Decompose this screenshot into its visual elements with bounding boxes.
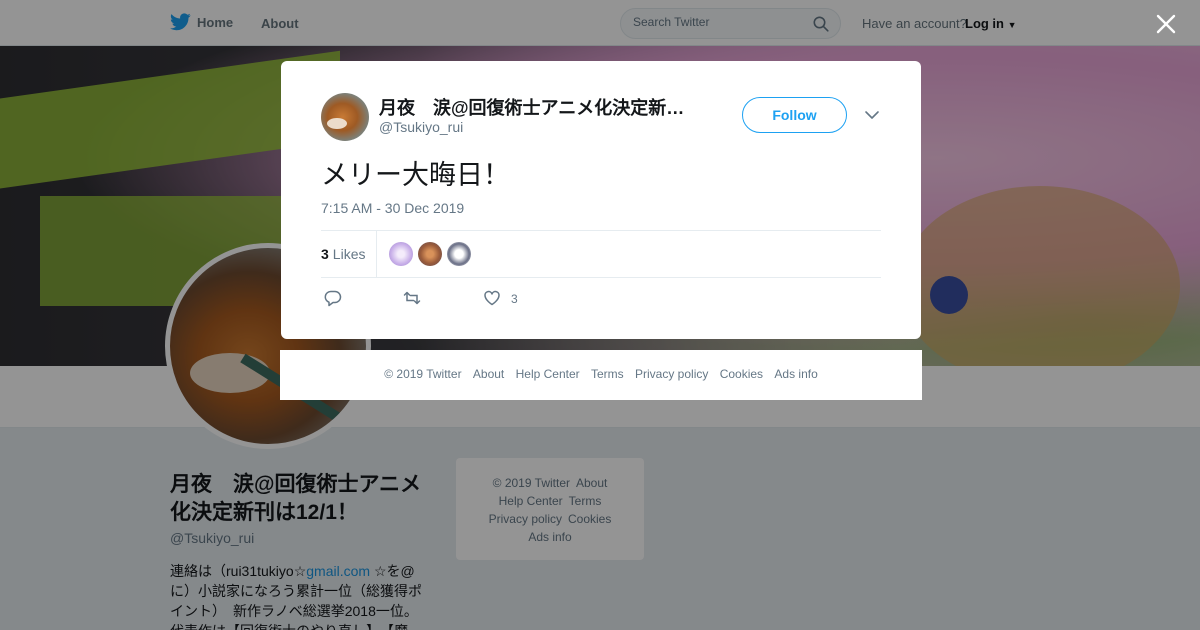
modal-footer-ads-link[interactable]: Ads info	[774, 367, 817, 381]
tweet-author-avatar[interactable]	[321, 93, 369, 141]
modal-footer-cookies-link[interactable]: Cookies	[720, 367, 763, 381]
modal-footer-help-link[interactable]: Help Center	[516, 367, 580, 381]
likes-label: Likes	[332, 246, 366, 262]
liker-avatar[interactable]	[418, 242, 442, 266]
close-icon[interactable]	[1154, 12, 1178, 36]
modal-footer-privacy-link[interactable]: Privacy policy	[635, 367, 708, 381]
follow-button[interactable]: Follow	[742, 97, 847, 133]
tweet-author-name[interactable]: 月夜 涙@回復術士アニメ化決定新刊は12/1！	[379, 94, 697, 120]
tweet-text: メリー大晦日！	[321, 160, 510, 191]
liker-avatar[interactable]	[447, 242, 471, 266]
modal-footer-about-link[interactable]: About	[473, 367, 504, 381]
tweet-timestamp[interactable]: 7:15 AM - 30 Dec 2019	[321, 200, 464, 216]
modal-footer: © 2019 Twitter About Help Center Terms P…	[280, 350, 922, 400]
heart-icon[interactable]	[483, 289, 501, 307]
like-action-count: 3	[511, 292, 518, 306]
likes-stat[interactable]: 3 Likes	[321, 246, 365, 262]
reply-icon[interactable]	[324, 289, 342, 307]
modal-footer-copyright: © 2019 Twitter	[384, 367, 462, 381]
tweet-author-handle[interactable]: @Tsukiyo_rui	[379, 119, 463, 135]
tweet-modal: 月夜 涙@回復術士アニメ化決定新刊は12/1！ @Tsukiyo_rui Fol…	[281, 61, 921, 339]
chevron-down-icon[interactable]	[864, 108, 880, 122]
retweet-icon[interactable]	[403, 289, 421, 307]
tweet-actions: 3	[321, 287, 621, 309]
likes-count: 3	[321, 246, 329, 262]
liker-avatar[interactable]	[389, 242, 413, 266]
stats-divider	[376, 231, 377, 277]
tweet-stats: 3 Likes	[321, 230, 881, 278]
modal-footer-terms-link[interactable]: Terms	[591, 367, 624, 381]
